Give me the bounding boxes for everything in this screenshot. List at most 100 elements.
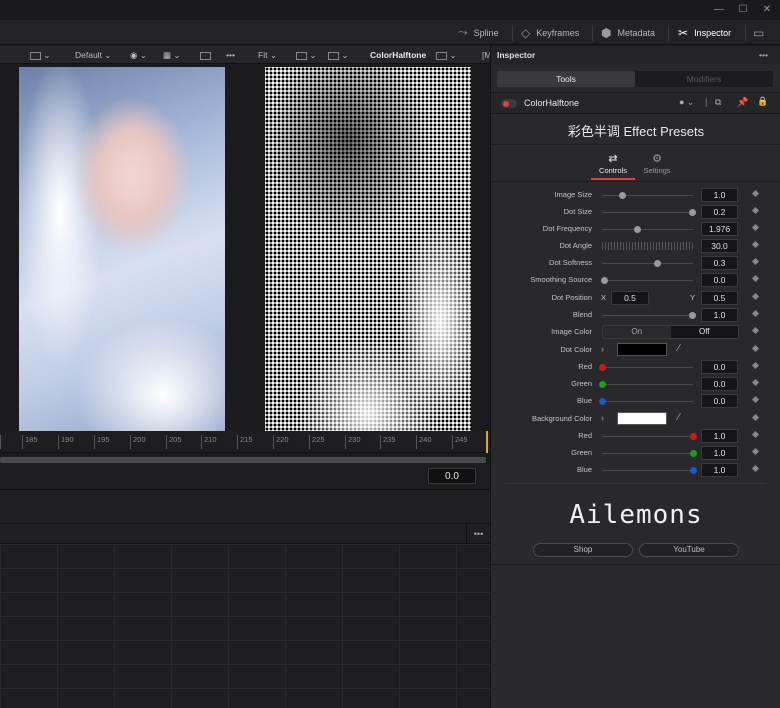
tab-controls[interactable]: ⇄ Controls: [591, 152, 635, 180]
param-slider[interactable]: [602, 450, 697, 457]
tab-keyframes[interactable]: ◇ Keyframes: [521, 20, 579, 45]
slider-knob[interactable]: [690, 450, 697, 457]
param-slider[interactable]: [599, 364, 693, 371]
dot-color-swatch[interactable]: [617, 343, 667, 356]
view-menu[interactable]: ⌄: [30, 46, 50, 64]
shop-button[interactable]: Shop: [533, 543, 633, 557]
keyframe-icon[interactable]: [751, 447, 760, 456]
tab-metadata[interactable]: ⬢ Metadata: [601, 20, 655, 45]
close-icon[interactable]: ✕: [760, 3, 774, 17]
minimize-icon[interactable]: —: [712, 3, 726, 17]
slider-knob[interactable]: [689, 312, 697, 319]
roi-menu[interactable]: ⌄: [296, 46, 316, 64]
fit-select[interactable]: Fit ⌄: [258, 46, 277, 64]
timeline-ruler[interactable]: 185 190 195 200 205 210 215 220 225 230 …: [0, 431, 490, 453]
angle-thumbwheel[interactable]: [602, 242, 693, 250]
inspector-more-button[interactable]: •••: [759, 46, 768, 64]
expand-chevron-icon[interactable]: ›: [601, 413, 604, 423]
tab-inspector[interactable]: ✂ Inspector: [678, 20, 731, 45]
keyframe-icon[interactable]: [751, 189, 760, 198]
param-slider[interactable]: [602, 260, 693, 267]
slider-knob[interactable]: [599, 364, 606, 371]
position-y-field[interactable]: 0.5: [701, 291, 738, 305]
more-button-left[interactable]: •••: [226, 46, 235, 64]
toggle-on[interactable]: On: [603, 326, 671, 338]
param-value-field[interactable]: 0.0: [701, 273, 738, 287]
param-slider[interactable]: [599, 381, 693, 388]
keyframe-icon[interactable]: [751, 240, 760, 249]
keyframe-icon[interactable]: [751, 326, 760, 335]
time-field[interactable]: 0.0: [428, 468, 476, 484]
layout-select[interactable]: Default ⌄: [75, 46, 111, 64]
youtube-button[interactable]: YouTube: [639, 543, 739, 557]
param-value-field[interactable]: 1.976: [701, 222, 738, 236]
toggle-off[interactable]: Off: [670, 326, 738, 338]
param-value-field[interactable]: 0.0: [701, 377, 738, 391]
viewer-right[interactable]: [246, 64, 490, 431]
background-color-swatch[interactable]: [617, 412, 667, 425]
color-menu[interactable]: ◉ ⌄: [130, 46, 147, 64]
param-value-field[interactable]: 0.0: [701, 394, 738, 408]
monitor-button[interactable]: ▭: [753, 20, 764, 45]
tab-tools[interactable]: Tools: [497, 71, 635, 87]
grid-menu[interactable]: ▦ ⌄: [163, 46, 181, 64]
expand-chevron-icon[interactable]: ›: [601, 344, 604, 354]
versions-icon[interactable]: ⧉: [715, 97, 721, 108]
keyframe-icon[interactable]: [751, 292, 760, 301]
slider-knob[interactable]: [599, 398, 606, 405]
keyframe-icon[interactable]: [751, 413, 760, 422]
keyframe-icon[interactable]: [751, 274, 760, 283]
param-value-field[interactable]: 0.0: [701, 360, 738, 374]
viewer-left[interactable]: [0, 64, 245, 431]
slider-knob[interactable]: [690, 433, 697, 440]
slider-knob[interactable]: [633, 226, 641, 233]
param-value-field[interactable]: 1.0: [701, 188, 738, 202]
param-slider[interactable]: [602, 226, 693, 233]
eyedropper-icon[interactable]: ⁄: [678, 343, 680, 354]
keyframe-icon[interactable]: [751, 361, 760, 370]
version-dot-icon[interactable]: ● ⌄: [679, 97, 694, 108]
param-value-field[interactable]: 30.0: [701, 239, 738, 253]
slider-knob[interactable]: [689, 209, 697, 216]
pin-icon[interactable]: 📌: [737, 97, 748, 108]
node-editor-canvas[interactable]: [0, 544, 490, 708]
param-value-field[interactable]: 1.0: [701, 463, 738, 477]
keyframe-icon[interactable]: [751, 395, 760, 404]
lock-icon[interactable]: 🔒: [757, 96, 768, 107]
maximize-icon[interactable]: ☐: [736, 3, 750, 17]
node-more-button[interactable]: •••: [466, 524, 490, 544]
slider-knob[interactable]: [599, 381, 606, 388]
param-slider[interactable]: [602, 433, 697, 440]
param-value-field[interactable]: 0.2: [701, 205, 738, 219]
param-slider[interactable]: [602, 209, 697, 216]
keyframe-icon[interactable]: [751, 464, 760, 473]
keyframe-icon[interactable]: [751, 257, 760, 266]
param-slider[interactable]: [599, 398, 693, 405]
param-value-field[interactable]: 0.3: [701, 256, 738, 270]
playhead[interactable]: [486, 431, 488, 453]
position-x-field[interactable]: 0.5: [611, 291, 649, 305]
param-slider[interactable]: [602, 192, 693, 199]
scrub-bar[interactable]: [0, 457, 486, 463]
node-header[interactable]: ColorHalftone ● ⌄ | ⧉ 📌 🔒: [491, 92, 780, 114]
slider-knob[interactable]: [653, 260, 661, 267]
param-value-field[interactable]: 1.0: [701, 446, 738, 460]
param-slider[interactable]: [602, 467, 697, 474]
keyframe-icon[interactable]: [751, 378, 760, 387]
slider-knob[interactable]: [600, 277, 608, 284]
tab-modifiers[interactable]: Modifiers: [635, 71, 773, 87]
tab-settings[interactable]: ⚙ Settings: [635, 152, 679, 175]
keyframe-icon[interactable]: [751, 430, 760, 439]
param-slider[interactable]: [600, 277, 693, 284]
keyframe-icon[interactable]: [751, 309, 760, 318]
frame-button[interactable]: [200, 46, 211, 64]
param-value-field[interactable]: 1.0: [701, 429, 738, 443]
param-value-field[interactable]: 1.0: [701, 308, 738, 322]
tab-spline[interactable]: ⤳ Spline: [458, 20, 499, 45]
keyframe-icon[interactable]: [751, 344, 760, 353]
node-toggle[interactable]: [501, 99, 517, 108]
viewer-options[interactable]: ⌄: [436, 46, 456, 64]
param-slider[interactable]: [602, 312, 697, 319]
slider-knob[interactable]: [690, 467, 697, 474]
keyframe-icon[interactable]: [751, 206, 760, 215]
